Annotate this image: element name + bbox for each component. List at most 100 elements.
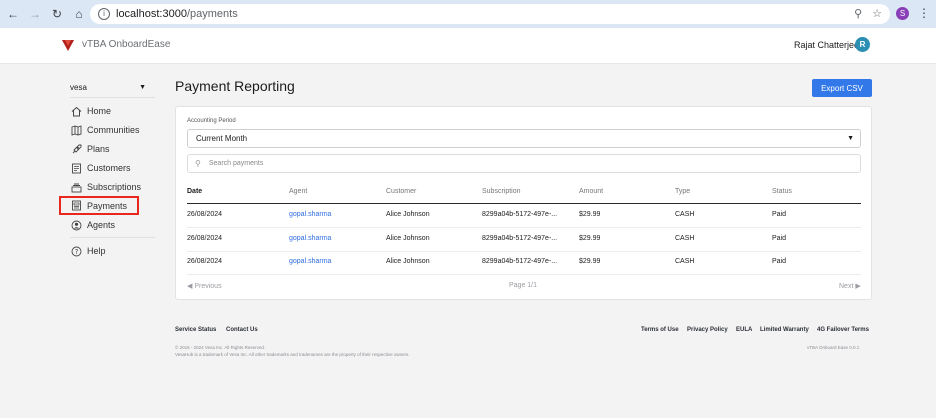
payments-card: Accounting Period Current Month ▼ ⚲ Sear…	[175, 106, 872, 300]
accounting-period-value: Current Month	[196, 134, 248, 143]
org-selector-value: vesa	[70, 83, 87, 92]
cell-status: Paid	[772, 235, 787, 242]
chevron-right-icon: ▶	[855, 283, 861, 290]
sidebar-item-payments[interactable]: Payments	[59, 196, 139, 215]
cell-date: 26/08/2024	[187, 211, 223, 218]
browser-toolbar: ← → ↻ ⌂ i localhost:3000/payments ⚲ ☆ S …	[0, 0, 936, 28]
home-browser-icon[interactable]: ⌂	[70, 5, 88, 23]
page-title: Payment Reporting	[175, 78, 295, 94]
table-header-divider	[187, 203, 861, 204]
reload-icon[interactable]: ↻	[48, 5, 66, 23]
previous-page-button[interactable]: ◀ Previous	[187, 282, 222, 290]
brand-name: vTBA OnboardEase	[82, 39, 171, 50]
previous-label: Previous	[194, 283, 222, 290]
forward-icon[interactable]: →	[26, 5, 44, 23]
cell-amount: $29.99	[579, 258, 601, 265]
user-name[interactable]: Rajat Chatterjee	[794, 40, 859, 50]
cell-amount: $29.99	[579, 211, 601, 218]
sidebar-divider	[70, 97, 155, 98]
receipt-icon	[70, 200, 82, 212]
footer-link-eula[interactable]: EULA	[736, 327, 752, 333]
cell-customer: Alice Johnson	[386, 235, 430, 242]
search-input[interactable]: ⚲ Search payments	[187, 154, 861, 173]
sidebar-item-home[interactable]: Home	[70, 103, 111, 119]
sidebar-item-subscriptions[interactable]: Subscriptions	[70, 179, 141, 195]
footer-link-terms-of-use[interactable]: Terms of Use	[641, 327, 679, 333]
sidebar-item-label: Subscriptions	[87, 182, 142, 192]
cell-agent-link[interactable]: gopal.sharma	[289, 211, 331, 218]
sidebar-item-agents[interactable]: Agents	[70, 217, 115, 233]
sidebar-item-help[interactable]: ? Help	[70, 243, 106, 259]
accounting-period-select[interactable]: Current Month ▼	[187, 129, 861, 148]
org-selector[interactable]: vesa ▼	[70, 83, 148, 92]
footer-link-privacy-policy[interactable]: Privacy Policy	[687, 327, 728, 333]
column-header-status[interactable]: Status	[772, 188, 792, 195]
cell-customer: Alice Johnson	[386, 211, 430, 218]
next-page-button[interactable]: Next ▶	[839, 282, 861, 290]
help-icon: ?	[70, 245, 82, 257]
map-icon	[70, 124, 82, 136]
sidebar-item-customers[interactable]: Customers	[70, 160, 131, 176]
stack-icon	[70, 181, 82, 193]
sidebar-item-communities[interactable]: Communities	[70, 122, 140, 138]
cell-date: 26/08/2024	[187, 258, 223, 265]
rocket-icon	[70, 143, 82, 155]
agent-icon	[70, 219, 82, 231]
sidebar-item-plans[interactable]: Plans	[70, 141, 110, 157]
footer-trademark: VesaHub is a trademark of Vesa Inc. All …	[175, 352, 410, 357]
sidebar-item-label: Communities	[87, 125, 140, 135]
browser-menu-icon[interactable]: ⋮	[918, 6, 930, 20]
app-header: vTBA OnboardEase Rajat Chatterjee R	[0, 28, 936, 64]
cell-subscription: 8299a04b-5172-497e-...	[482, 211, 558, 218]
browser-profile-avatar[interactable]: S	[896, 7, 909, 20]
sidebar-divider	[70, 237, 155, 238]
next-label: Next	[839, 283, 854, 290]
row-divider	[187, 251, 861, 252]
chevron-left-icon: ◀	[187, 283, 193, 290]
footer-link-service-status[interactable]: Service Status	[175, 327, 216, 333]
site-info-icon[interactable]: i	[98, 8, 110, 20]
cell-type: CASH	[675, 258, 695, 265]
sidebar-item-label: Payments	[87, 200, 128, 211]
sidebar-item-label: Help	[87, 246, 106, 256]
column-header-customer[interactable]: Customer	[386, 188, 416, 195]
url-path: /payments	[186, 8, 238, 20]
footer-link-contact-us[interactable]: Contact Us	[226, 327, 258, 333]
cell-status: Paid	[772, 211, 787, 218]
url-host: localhost:3000	[116, 8, 187, 20]
column-header-type[interactable]: Type	[675, 188, 690, 195]
vtba-logo-icon	[62, 40, 74, 51]
sidebar-item-label: Agents	[87, 220, 116, 230]
cell-customer: Alice Johnson	[386, 258, 430, 265]
cell-amount: $29.99	[579, 235, 601, 242]
chevron-down-icon: ▼	[139, 84, 146, 91]
accounting-period-label: Accounting Period	[187, 118, 236, 124]
column-header-agent[interactable]: Agent	[289, 188, 307, 195]
home-icon	[70, 105, 82, 117]
row-divider	[187, 274, 861, 275]
footer-copyright: © 2016 - 2024 Vesa Inc. All Rights Reser…	[175, 345, 266, 350]
sidebar-item-label: Customers	[87, 163, 131, 173]
row-divider	[187, 227, 861, 228]
export-csv-button[interactable]: Export CSV	[812, 79, 872, 97]
cell-agent-link[interactable]: gopal.sharma	[289, 235, 331, 242]
column-header-date[interactable]: Date	[187, 188, 202, 195]
bookmark-star-icon[interactable]: ☆	[872, 7, 882, 20]
cell-type: CASH	[675, 235, 695, 242]
sidebar-item-label: Home	[87, 106, 112, 116]
column-header-amount[interactable]: Amount	[579, 188, 603, 195]
svg-text:?: ?	[74, 248, 78, 256]
back-icon[interactable]: ←	[4, 5, 22, 23]
sidebar-item-label: Plans	[87, 144, 110, 154]
chevron-down-icon: ▼	[847, 135, 854, 142]
footer-link-4g-failover-terms[interactable]: 4G Failover Terms	[817, 327, 869, 333]
column-header-subscription[interactable]: Subscription	[482, 188, 521, 195]
search-icon: ⚲	[195, 159, 201, 168]
footer-link-limited-warranty[interactable]: Limited Warranty	[760, 327, 809, 333]
zoom-icon[interactable]: ⚲	[854, 7, 862, 20]
user-avatar[interactable]: R	[855, 37, 870, 52]
cell-agent-link[interactable]: gopal.sharma	[289, 258, 331, 265]
cell-status: Paid	[772, 258, 787, 265]
cell-date: 26/08/2024	[187, 235, 223, 242]
address-bar[interactable]: i localhost:3000/payments ⚲ ☆	[90, 4, 890, 24]
